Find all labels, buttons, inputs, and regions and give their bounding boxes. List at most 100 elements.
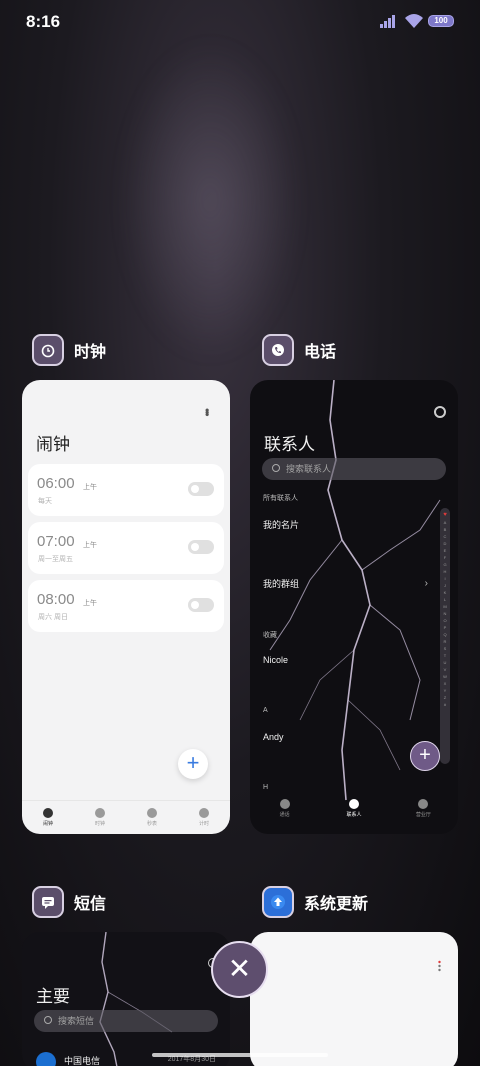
search-icon — [44, 1016, 52, 1024]
section-header-h: H — [263, 784, 269, 791]
alarm-item[interactable]: 06:00 上午 每天 — [28, 464, 224, 516]
tab-calls[interactable]: 通话 — [250, 796, 319, 820]
chevron-right-icon: › — [424, 578, 428, 589]
alarm-repeat: 周一至周五 — [38, 556, 73, 563]
alphabet-letter[interactable]: U — [444, 660, 447, 665]
alphabet-letter[interactable]: R — [444, 639, 447, 644]
clock-page-title: 闹钟 — [36, 435, 70, 454]
heart-icon: ♥ — [443, 512, 447, 518]
alphabet-letter[interactable]: L — [444, 597, 446, 602]
my-card-item[interactable]: 我的名片 — [263, 518, 299, 531]
battery-indicator: 100 — [428, 15, 454, 27]
alarm-clock-icon — [32, 334, 64, 366]
close-all-button[interactable]: ✕ — [211, 941, 268, 998]
arrow-up-icon — [262, 886, 294, 918]
alphabet-letter[interactable]: B — [444, 527, 447, 532]
alphabet-letter[interactable]: E — [444, 548, 447, 553]
my-groups-item[interactable]: 我的群组 — [263, 577, 299, 590]
alphabet-letter[interactable]: Q — [443, 632, 446, 637]
tab-label: 通话 — [279, 811, 290, 818]
all-contacts-filter[interactable]: 所有联系人 — [263, 493, 298, 503]
app-name-system-update: 系统更新 — [304, 896, 369, 913]
app-card-system-update[interactable] — [250, 932, 458, 1066]
alphabet-letter[interactable]: Y — [444, 688, 447, 693]
alarm-repeat: 周六 周日 — [38, 614, 68, 621]
status-time: 8:16 — [26, 12, 61, 31]
alphabet-letter[interactable]: O — [443, 618, 446, 623]
alarm-repeat: 每天 — [38, 498, 52, 505]
tab-alarm[interactable]: 闹钟 — [22, 801, 74, 834]
tab-label: 时钟 — [94, 821, 105, 827]
app-header-phone[interactable]: 电话 — [262, 334, 336, 366]
alphabet-letter[interactable]: M — [443, 604, 446, 609]
alarm-item[interactable]: 08:00 上午 周六 周日 — [28, 580, 224, 632]
tab-stopwatch[interactable]: 秒表 — [126, 801, 178, 834]
alarm-ampm: 上午 — [83, 600, 97, 607]
clock-bottom-nav: 闹钟 时钟 秒表 计时 — [22, 800, 230, 834]
search-icon — [272, 464, 280, 472]
alphabet-letter[interactable]: H — [444, 569, 447, 574]
add-alarm-button[interactable]: + — [178, 749, 208, 779]
app-header-clock[interactable]: 时钟 — [32, 334, 106, 366]
contacts-search-input[interactable]: 搜索联系人 — [262, 458, 446, 480]
person-icon — [348, 798, 359, 809]
alphabet-letter[interactable]: # — [444, 702, 446, 707]
favorites-header: 收藏 — [263, 632, 277, 639]
app-header-sms[interactable]: 短信 — [32, 886, 106, 918]
app-card-phone[interactable]: 联系人 搜索联系人 所有联系人 我的名片 我的群组 › 收藏 Nicole A … — [250, 380, 458, 834]
search-placeholder: 搜索短信 — [58, 1016, 95, 1026]
more-options-icon[interactable]: ••• — [200, 408, 214, 415]
app-card-clock[interactable]: ••• 闹钟 06:00 上午 每天 07:00 上午 周一至周五 08:00 … — [22, 380, 230, 834]
add-contact-button[interactable]: + — [410, 741, 440, 771]
sms-page-title: 主要 — [36, 987, 70, 1006]
alarm-time: 06:00 — [37, 475, 75, 492]
alarm-time: 08:00 — [37, 591, 75, 608]
settings-gear-icon[interactable] — [434, 406, 446, 418]
sms-search-input[interactable]: 搜索短信 — [34, 1010, 218, 1032]
alphabet-letter[interactable]: Z — [444, 695, 446, 700]
alphabet-letter[interactable]: I — [444, 576, 445, 581]
tab-contacts[interactable]: 联系人 — [319, 796, 388, 820]
alphabet-letter[interactable]: N — [444, 611, 447, 616]
alarm-item[interactable]: 07:00 上午 周一至周五 — [28, 522, 224, 574]
alphabet-letter[interactable]: X — [444, 681, 447, 686]
alarm-icon — [43, 808, 53, 818]
alphabet-letter[interactable]: G — [443, 562, 446, 567]
alphabet-letter[interactable]: F — [444, 555, 446, 560]
alphabet-letter[interactable]: D — [444, 541, 447, 546]
alphabet-index-scrollbar[interactable]: ♥ A B C D E F G H I J K L M N O P Q R S T U V W X Y Z # — [440, 508, 450, 764]
alphabet-letter[interactable]: V — [444, 667, 447, 672]
alphabet-letter[interactable]: K — [444, 590, 447, 595]
alarm-toggle[interactable] — [188, 540, 214, 554]
more-options-icon[interactable] — [437, 960, 442, 972]
avatar — [36, 1052, 56, 1066]
alphabet-letter[interactable]: P — [444, 625, 447, 630]
signal-icon — [380, 15, 395, 28]
app-header-system-update[interactable]: 系统更新 — [262, 886, 368, 918]
conversation-sender[interactable]: 中国电信 — [64, 1054, 100, 1066]
alphabet-letter[interactable]: A — [444, 520, 447, 525]
alarm-ampm: 上午 — [83, 484, 97, 491]
contact-item[interactable]: Andy — [263, 732, 284, 742]
alarm-toggle[interactable] — [188, 482, 214, 496]
tab-label: 闹钟 — [42, 821, 53, 827]
alphabet-letter[interactable]: T — [444, 653, 446, 658]
phone-bottom-nav: 通话 联系人 营业厅 — [250, 796, 458, 820]
wallpaper-glow — [120, 40, 300, 360]
home-indicator[interactable] — [152, 1053, 328, 1057]
section-header-a: A — [263, 707, 268, 714]
app-name-phone: 电话 — [304, 344, 337, 361]
app-card-sms[interactable]: 主要 搜索短信 中国电信 2017年8月30日 — [22, 932, 230, 1066]
alarm-toggle[interactable] — [188, 598, 214, 612]
app-name-sms: 短信 — [74, 896, 107, 913]
alphabet-letter[interactable]: S — [444, 646, 447, 651]
contact-item[interactable]: Nicole — [263, 655, 288, 665]
alphabet-letter[interactable]: J — [444, 583, 446, 588]
tab-service-hall[interactable]: 营业厅 — [389, 796, 458, 820]
tab-timer[interactable]: 计时 — [178, 801, 230, 834]
phone-icon — [262, 334, 294, 366]
clock-icon — [95, 808, 105, 818]
tab-clock[interactable]: 时钟 — [74, 801, 126, 834]
alphabet-letter[interactable]: W — [443, 674, 447, 679]
alphabet-letter[interactable]: C — [444, 534, 447, 539]
